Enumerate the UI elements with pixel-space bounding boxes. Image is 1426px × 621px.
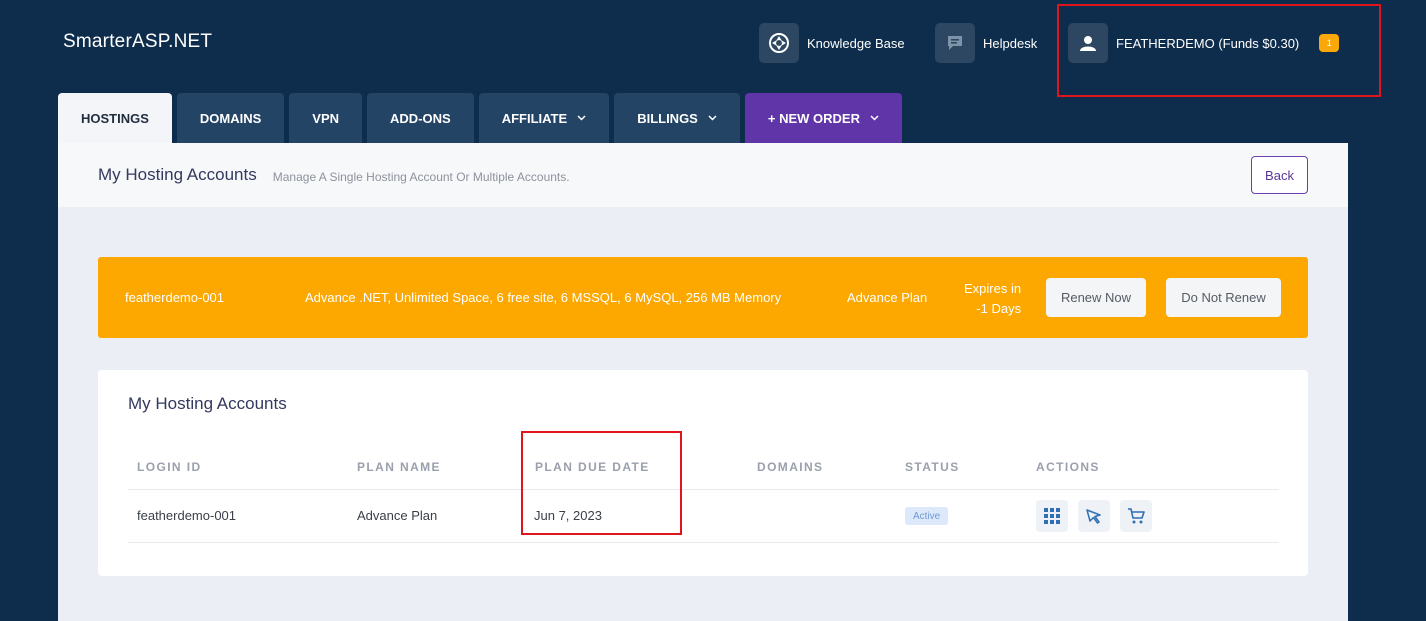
table-divider bbox=[128, 542, 1279, 543]
tab-hostings[interactable]: HOSTINGS bbox=[58, 93, 172, 143]
cart-icon bbox=[1128, 508, 1145, 524]
tab-label: HOSTINGS bbox=[81, 110, 149, 126]
knowledge-base-icon bbox=[759, 23, 799, 63]
chevron-down-icon bbox=[708, 115, 717, 121]
brand-logo[interactable]: SmarterASP.NET bbox=[63, 31, 212, 53]
alert-expiry: Expires in -1 Days bbox=[964, 279, 1021, 319]
tab-label: BILLINGS bbox=[637, 110, 698, 126]
order-cart-button[interactable] bbox=[1120, 500, 1152, 532]
alert-login-id: featherdemo-001 bbox=[125, 290, 225, 305]
helpdesk-icon bbox=[935, 23, 975, 63]
tab-add-ons[interactable]: ADD-ONS bbox=[367, 93, 474, 143]
column-header-actions: ACTIONS bbox=[1036, 460, 1100, 474]
cell-plan-due-date: Jun 7, 2023 bbox=[534, 508, 602, 523]
upgrade-button[interactable] bbox=[1078, 500, 1110, 532]
account-label: FEATHERDEMO (Funds $0.30) bbox=[1116, 35, 1300, 51]
notification-badge[interactable]: 1 bbox=[1319, 34, 1340, 52]
hosting-accounts-card: My Hosting Accounts LOGIN ID PLAN NAME P… bbox=[98, 370, 1308, 576]
table-divider bbox=[128, 489, 1279, 490]
tab-affiliate[interactable]: AFFILIATE bbox=[478, 93, 610, 143]
tab-billings[interactable]: BILLINGS bbox=[614, 93, 740, 143]
knowledge-base-link[interactable]: Knowledge Base bbox=[759, 23, 905, 63]
alert-expiry-line2: -1 Days bbox=[976, 301, 1022, 316]
main-panel: My Hosting Accounts Manage A Single Host… bbox=[58, 143, 1348, 621]
page-header: My Hosting Accounts Manage A Single Host… bbox=[58, 143, 1348, 207]
status-badge: Active bbox=[905, 507, 949, 525]
main-tabs: HOSTINGS DOMAINS VPN ADD-ONS AFFILIATE B… bbox=[58, 93, 907, 143]
alert-plan-description: Advance .NET, Unlimited Space, 6 free si… bbox=[305, 290, 782, 305]
grid-icon bbox=[1044, 508, 1060, 524]
tab-label: ADD-ONS bbox=[390, 110, 451, 126]
do-not-renew-button[interactable]: Do Not Renew bbox=[1166, 278, 1281, 317]
tab-label: AFFILIATE bbox=[501, 110, 568, 126]
back-button[interactable]: Back bbox=[1251, 156, 1308, 194]
helpdesk-link[interactable]: Helpdesk bbox=[935, 23, 1037, 63]
tab-label: + NEW ORDER bbox=[767, 110, 860, 126]
tab-label: DOMAINS bbox=[199, 110, 262, 126]
card-title: My Hosting Accounts bbox=[128, 394, 287, 413]
expiry-alert: featherdemo-001 Advance .NET, Unlimited … bbox=[98, 257, 1308, 338]
knowledge-base-label: Knowledge Base bbox=[807, 35, 905, 51]
column-header-domains: DOMAINS bbox=[757, 460, 824, 474]
column-header-status: STATUS bbox=[905, 460, 960, 474]
page-title: My Hosting Accounts bbox=[98, 165, 257, 184]
column-header-plan-due-date: PLAN DUE DATE bbox=[535, 460, 650, 474]
user-icon bbox=[1068, 23, 1108, 63]
cell-login-id: featherdemo-001 bbox=[137, 508, 237, 523]
rocket-icon bbox=[1086, 509, 1101, 524]
tab-vpn[interactable]: VPN bbox=[289, 93, 363, 143]
tab-new-order[interactable]: + NEW ORDER bbox=[744, 93, 902, 143]
alert-plan-name: Advance Plan bbox=[847, 290, 928, 305]
manage-grid-button[interactable] bbox=[1036, 500, 1068, 532]
account-menu[interactable]: FEATHERDEMO (Funds $0.30) 1 bbox=[1068, 23, 1340, 63]
tab-domains[interactable]: DOMAINS bbox=[176, 93, 285, 143]
page-subtitle: Manage A Single Hosting Account Or Multi… bbox=[272, 169, 570, 184]
helpdesk-label: Helpdesk bbox=[983, 35, 1038, 51]
chevron-down-icon bbox=[870, 115, 879, 121]
column-header-login-id: LOGIN ID bbox=[137, 460, 202, 474]
cell-plan-name: Advance Plan bbox=[357, 508, 438, 523]
chevron-down-icon bbox=[577, 115, 586, 121]
alert-expiry-line1: Expires in bbox=[964, 281, 1022, 296]
tab-label: VPN bbox=[312, 110, 340, 126]
column-header-plan-name: PLAN NAME bbox=[357, 460, 441, 474]
renew-now-button[interactable]: Renew Now bbox=[1046, 278, 1146, 317]
